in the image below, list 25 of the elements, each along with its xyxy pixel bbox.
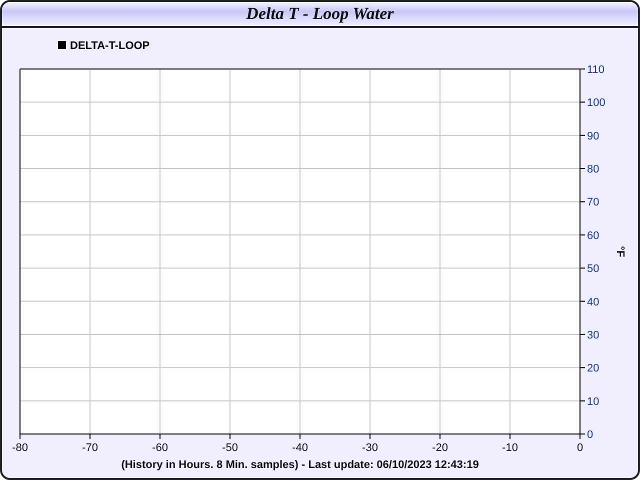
x-axis-title: (History in Hours. 8 Min. samples) - Last update: 06/10/2023 12:43:19 (121, 459, 479, 471)
window-title: Delta T - Loop Water (2, 2, 638, 28)
y-tick-label: 40 (587, 296, 600, 308)
x-tick-label: 0 (576, 442, 584, 454)
x-tick-label: -70 (82, 442, 98, 454)
legend-label: DELTA-T-LOOP (70, 40, 150, 52)
x-tick-label: -60 (152, 442, 168, 454)
y-tick-label: 100 (587, 97, 606, 110)
y-tick-label: 20 (587, 362, 600, 375)
x-tick-label: -10 (502, 442, 518, 454)
y-tick-label: 30 (587, 329, 600, 342)
y-tick-label: 50 (587, 263, 600, 276)
y-tick-label: 60 (587, 230, 600, 242)
x-tick-label: -50 (222, 442, 238, 454)
y-tick-label: 10 (587, 396, 600, 408)
y-tick-label: 70 (587, 196, 600, 209)
x-tick-label: -30 (362, 442, 378, 454)
y-tick-label: 0 (587, 429, 594, 441)
y-tick-label: 110 (587, 64, 605, 76)
x-tick-label: -80 (12, 442, 28, 454)
y-tick-label: 80 (587, 164, 600, 176)
x-tick-label: -20 (432, 442, 448, 454)
x-tick-label: -40 (292, 442, 308, 454)
y-tick-label: 90 (587, 130, 600, 142)
y-axis-title: °F (614, 246, 626, 258)
